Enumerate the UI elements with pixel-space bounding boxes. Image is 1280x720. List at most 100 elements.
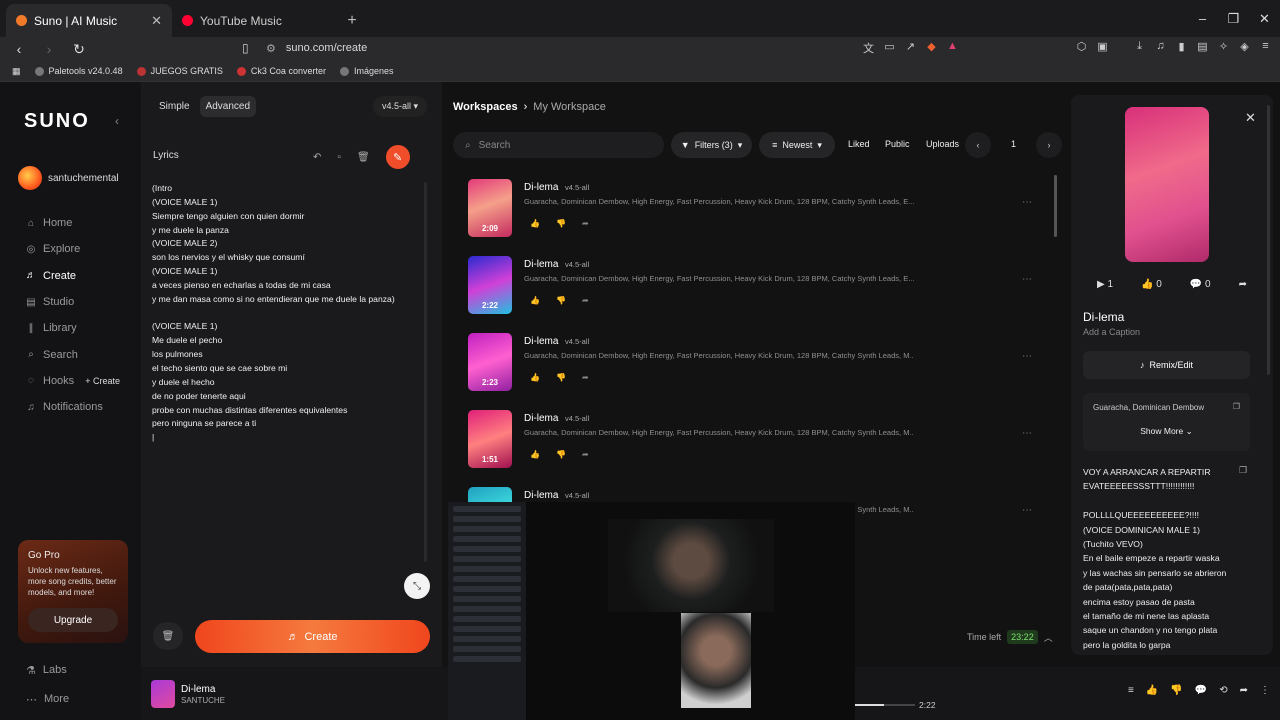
more-options-icon[interactable]: ⋯ <box>1022 274 1032 285</box>
copy-icon[interactable]: ❐ <box>1233 402 1240 411</box>
collapse-sidebar-icon[interactable]: ‹ <box>115 114 119 128</box>
details-scrollbar[interactable] <box>1267 105 1270 375</box>
apps-icon[interactable]: ▦ <box>12 66 21 77</box>
vpn-icon[interactable]: ◈ <box>1238 40 1251 53</box>
show-more-button[interactable]: Show More ⌄ <box>1083 426 1250 437</box>
expand-icon[interactable]: ⤡ <box>404 573 430 599</box>
mode-simple-button[interactable]: Simple <box>153 96 196 117</box>
more-options-icon[interactable]: ⋯ <box>1022 505 1032 516</box>
song-title[interactable]: Di-lema <box>524 413 558 424</box>
close-icon[interactable]: ✕ <box>1245 110 1256 126</box>
upgrade-button[interactable]: Upgrade <box>28 608 118 632</box>
liked-filter[interactable]: Liked <box>848 139 870 149</box>
download-icon[interactable]: ⤓ <box>1133 40 1146 53</box>
maximize-icon[interactable]: ❐ <box>1218 11 1249 27</box>
hooks-create-button[interactable]: + Create <box>85 376 120 386</box>
tab-youtube-music[interactable]: YouTube Music <box>172 4 338 37</box>
back-icon[interactable]: ‹ <box>12 41 26 57</box>
user-profile[interactable]: santuchemental <box>18 166 119 190</box>
trash-icon[interactable]: 🗑 <box>357 152 370 163</box>
filters-button[interactable]: ▼ Filters (3) ▾ <box>671 132 752 158</box>
sidebar-icon[interactable]: ▮ <box>1175 40 1188 53</box>
magic-wand-icon[interactable]: ✎ <box>385 145 410 169</box>
thumbs-up-icon[interactable]: 👍 <box>530 450 540 459</box>
caption-input[interactable]: Add a Caption <box>1083 327 1140 337</box>
more-options-icon[interactable]: ⋮ <box>1260 685 1270 696</box>
thumbs-down-icon[interactable]: 👎 <box>556 373 566 382</box>
chevron-up-icon[interactable]: ︿ <box>1044 631 1053 644</box>
wallet-icon[interactable]: ▤ <box>1196 40 1209 53</box>
forward-icon[interactable]: › <box>42 41 56 57</box>
url-field[interactable]: suno.com/create <box>286 42 367 55</box>
sidebar-item-studio[interactable]: ▤ Studio <box>26 289 136 315</box>
comment-count[interactable]: 💬 0 <box>1190 279 1211 290</box>
remix-edit-button[interactable]: ♪ Remix/Edit <box>1083 351 1250 379</box>
sidebar-item-create[interactable]: ♬ Create <box>26 263 136 289</box>
tab-suno[interactable]: Suno | AI Music ✕ <box>6 4 172 37</box>
thumbs-down-icon[interactable]: 👎 <box>556 450 566 459</box>
thumbs-down-icon[interactable]: 👎 <box>1170 685 1182 696</box>
sidebar-item-labs[interactable]: ⚗ Labs <box>26 664 67 677</box>
share-icon[interactable]: ➦ <box>582 219 589 228</box>
reload-icon[interactable]: ↻ <box>72 41 86 58</box>
song-list-scrollbar[interactable] <box>1054 175 1057 237</box>
thumbs-up-icon[interactable]: 👍 <box>530 219 540 228</box>
bookmark-icon[interactable]: ▯ <box>242 41 249 55</box>
progress-bar[interactable] <box>855 704 915 706</box>
bookmark-juegos[interactable]: JUEGOS GRATIS <box>136 66 223 76</box>
breadcrumb-workspaces[interactable]: Workspaces <box>453 101 518 113</box>
bookmark-paletools[interactable]: Paletools v24.0.48 <box>34 66 123 76</box>
song-title[interactable]: Di-lema <box>524 182 558 193</box>
translate-icon[interactable]: 文 <box>862 40 875 55</box>
new-tab-button[interactable]: + <box>338 4 366 37</box>
more-options-icon[interactable]: ⋯ <box>1022 197 1032 208</box>
suno-logo[interactable]: SUNO <box>24 110 90 133</box>
ai-icon[interactable]: ✧ <box>1217 40 1230 53</box>
uploads-filter[interactable]: Uploads <box>926 139 959 149</box>
thumbs-up-icon[interactable]: 👍 <box>530 373 540 382</box>
more-options-icon[interactable]: ⋯ <box>1022 428 1032 439</box>
menu-icon[interactable]: ≡ <box>1259 40 1272 53</box>
song-cover[interactable]: 1:51 <box>468 410 512 468</box>
sidebar-item-hooks[interactable]: ◌ Hooks + Create <box>26 368 136 394</box>
sidebar-item-library[interactable]: ∥ Library <box>26 315 136 341</box>
thumbs-up-icon[interactable]: 👍 <box>1146 685 1158 696</box>
sidebar-item-home[interactable]: ⌂ Home <box>26 210 136 236</box>
prev-page-button[interactable]: ‹ <box>965 132 991 158</box>
next-page-button[interactable]: › <box>1036 132 1062 158</box>
song-title[interactable]: Di-lema <box>524 490 558 501</box>
player-artist[interactable]: SANTUCHE <box>181 696 225 705</box>
close-window-icon[interactable]: ✕ <box>1249 11 1280 27</box>
remix-icon[interactable]: ⟲ <box>1219 685 1227 696</box>
thumbs-down-icon[interactable]: 👎 <box>556 219 566 228</box>
more-options-icon[interactable]: ⋯ <box>1022 351 1032 362</box>
song-row[interactable]: 2:09 Di-lema v4.5-all Guaracha, Dominican D… <box>468 179 1058 239</box>
bookmark-ck3[interactable]: Ck3 Coa converter <box>236 66 326 76</box>
music-icon[interactable]: ♫ <box>1154 40 1167 53</box>
cast-icon[interactable]: ▭ <box>883 40 896 53</box>
player-cover-art[interactable] <box>151 680 175 708</box>
brave-rewards-icon[interactable]: ▲ <box>946 40 959 53</box>
mode-advanced-button[interactable]: Advanced <box>199 96 257 117</box>
share-icon[interactable]: ➦ <box>582 296 589 305</box>
sidebar-item-search[interactable]: ⌕ Search <box>26 341 136 367</box>
song-row[interactable]: 2:23 Di-lema v4.5-all Guaracha, Dominican D… <box>468 333 1058 393</box>
comment-icon[interactable]: 💬 <box>1195 685 1207 696</box>
sidebar-item-notifications[interactable]: ♫ Notifications <box>26 394 136 420</box>
song-row[interactable]: 2:22 Di-lema v4.5-all Guaracha, Dominican D… <box>468 256 1058 316</box>
brave-shield-icon[interactable]: ◆ <box>925 40 938 53</box>
minimize-icon[interactable]: – <box>1187 11 1218 26</box>
lyrics-textarea[interactable]: (Intro (VOICE MALE 1) Siempre tengo algu… <box>152 182 420 445</box>
site-info-icon[interactable]: ⚙ <box>266 42 276 55</box>
clear-icon[interactable]: 🗑 <box>153 622 183 650</box>
song-cover[interactable]: 2:23 <box>468 333 512 391</box>
song-title[interactable]: Di-lema <box>524 259 558 270</box>
queue-icon[interactable]: ≡ <box>1128 685 1134 696</box>
song-title[interactable]: Di-lema <box>524 336 558 347</box>
workspace-search-input[interactable]: ⌕ Search <box>453 132 664 158</box>
player-title[interactable]: Di-lema <box>181 684 215 695</box>
bookmark-imagenes[interactable]: Imágenes <box>339 66 394 76</box>
extensions-icon[interactable]: ⬡ <box>1075 40 1088 53</box>
public-filter[interactable]: Public <box>885 139 910 149</box>
share-icon[interactable]: ↗ <box>904 40 917 53</box>
